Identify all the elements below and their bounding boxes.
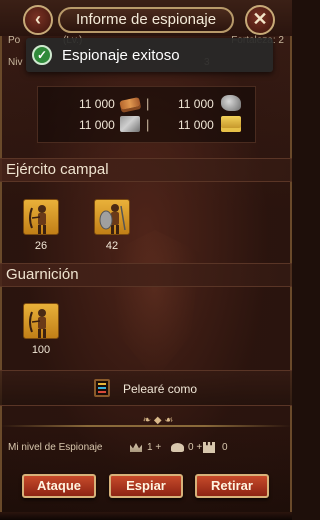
fight-as-label: Pelearé como (123, 382, 198, 396)
check-icon: ✓ (32, 45, 52, 65)
field-army-header: Ejército campal (0, 158, 292, 182)
attack-button[interactable]: Ataque (22, 474, 96, 498)
separator: | (146, 96, 150, 111)
unit-count: 100 (31, 344, 51, 356)
garrison-unit-archer[interactable]: 100 (23, 303, 59, 356)
crown-icon (130, 443, 142, 452)
target-level-line: Niv 3 (8, 57, 210, 68)
archer-icon (23, 199, 59, 235)
back-button[interactable]: ‹ (23, 5, 53, 35)
divider (0, 425, 292, 427)
field-unit-archer[interactable]: 26 (23, 199, 59, 252)
header-bar: ‹ Informe de espionaje ✕ (0, 0, 292, 36)
helmet-value: 0 + (188, 442, 203, 453)
spy-button[interactable]: Espiar (109, 474, 183, 498)
stone-icon (120, 116, 140, 132)
archer-icon (23, 303, 59, 339)
close-icon: ✕ (252, 9, 268, 29)
success-toast: ✓ Espionaje exitoso (26, 38, 273, 72)
field-unit-shield-infantry[interactable]: 42 (94, 199, 130, 252)
resource-row: 11 000 | 11 000 (38, 95, 255, 115)
crown-value: 1 + (147, 442, 162, 453)
helmet-icon (171, 443, 184, 452)
garrison-header: Guarnición (0, 263, 292, 287)
ore-value: 11 000 (178, 97, 214, 111)
toast-message: Espionaje exitoso (62, 46, 180, 64)
fight-as-row[interactable]: Pelearé como (0, 370, 292, 406)
spy-level-label: Mi nivel de Espionaje (8, 442, 103, 453)
gold-icon (221, 116, 241, 132)
resources-panel: 11 000 | 11 000 11 000 | 11 000 (37, 86, 256, 143)
stone-value: 11 000 (79, 118, 115, 132)
unit-count: 26 (34, 240, 48, 252)
close-button[interactable]: ✕ (245, 5, 275, 35)
castle-value: 0 (222, 442, 228, 453)
unit-count: 42 (105, 240, 119, 252)
ore-icon (221, 95, 241, 111)
wood-icon (119, 97, 141, 110)
chevron-left-icon: ‹ (35, 9, 41, 29)
page-title: Informe de espionaje (58, 7, 234, 33)
target-level-label: Niv (8, 57, 23, 68)
separator: | (146, 117, 150, 132)
wood-value: 11 000 (79, 97, 115, 111)
abacus-icon (94, 379, 110, 397)
resource-row: 11 000 | 11 000 (38, 116, 255, 136)
gold-value: 11 000 (178, 118, 214, 132)
bottom-bar (0, 512, 292, 520)
retreat-button[interactable]: Retirar (195, 474, 269, 498)
spy-level-row: Mi nivel de Espionaje 1 + 0 + 0 (8, 441, 284, 457)
shield-soldier-icon (94, 199, 130, 235)
castle-icon (203, 442, 215, 453)
